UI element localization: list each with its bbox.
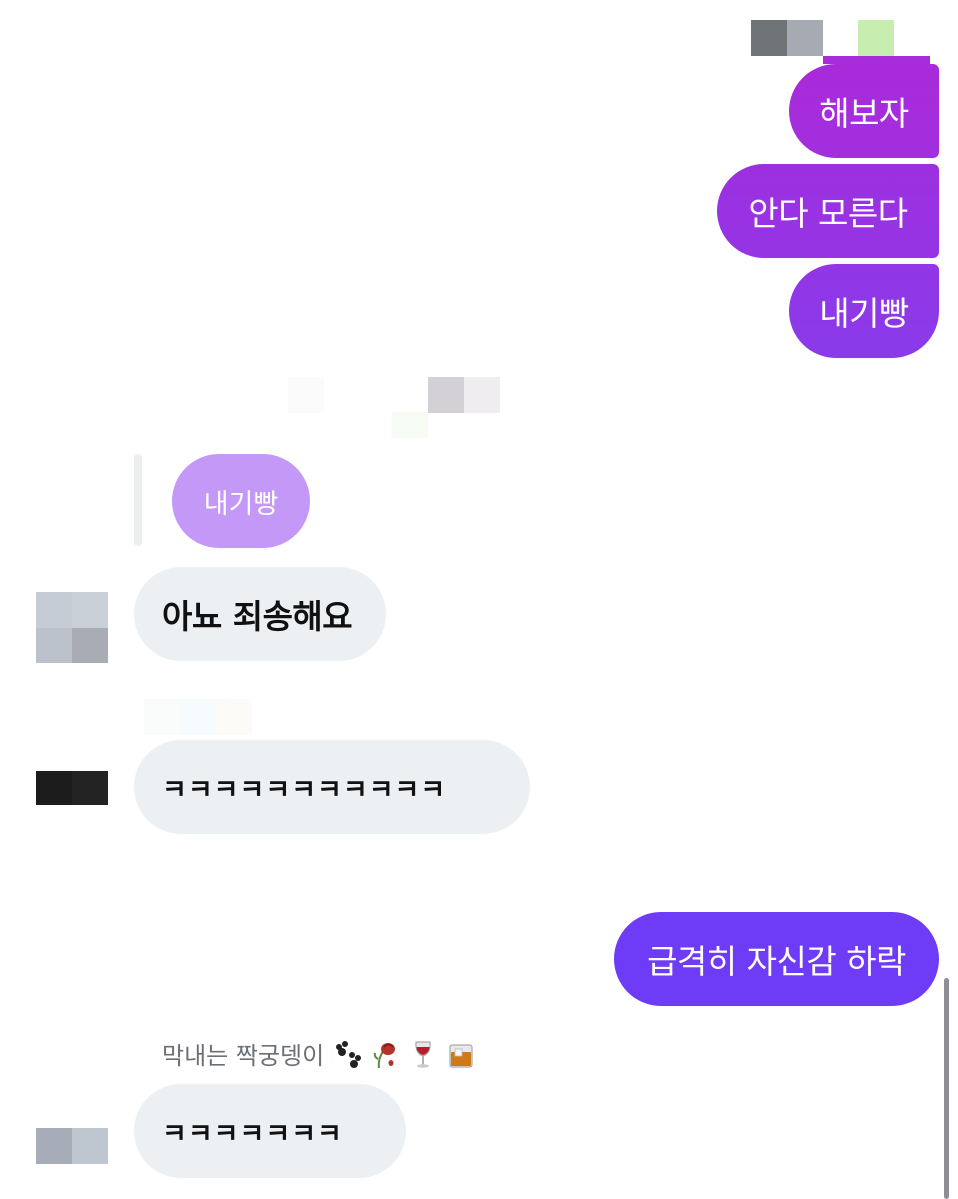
message-text: 해보자 bbox=[819, 94, 909, 133]
sender-name-row: 막내는 짝궁뎅이 bbox=[162, 1036, 476, 1071]
paw-prints-icon bbox=[332, 1039, 362, 1069]
pixelated-block bbox=[428, 377, 464, 413]
reply-quote-bar bbox=[134, 454, 142, 546]
scrollbar[interactable] bbox=[944, 978, 949, 1199]
pixelated-block bbox=[144, 699, 180, 735]
message-bubble-out[interactable]: 급격히 자신감 하락 bbox=[614, 912, 939, 1006]
whisky-glass-icon bbox=[446, 1039, 476, 1069]
pixelated-block bbox=[36, 1128, 72, 1164]
message-text: 급격히 자신감 하락 bbox=[647, 942, 906, 981]
message-text: ㅋㅋㅋㅋㅋㅋㅋ bbox=[162, 1118, 343, 1150]
message-bubble-in[interactable]: ㅋㅋㅋㅋㅋㅋㅋㅋㅋㅋㅋ bbox=[134, 740, 530, 834]
message-bubble-in[interactable]: 아뇨 죄송해요 bbox=[134, 567, 386, 661]
pixelated-block bbox=[36, 771, 72, 805]
message-bubble-in[interactable]: ㅋㅋㅋㅋㅋㅋㅋ bbox=[134, 1084, 406, 1178]
pixelated-block bbox=[464, 377, 500, 413]
sender-name: 막내는 짝궁뎅이 bbox=[162, 1042, 325, 1070]
pixelated-block bbox=[288, 377, 324, 413]
reply-quoted-bubble[interactable]: 내기빵 bbox=[172, 454, 310, 548]
pixelated-block bbox=[180, 699, 216, 735]
pixelated-block bbox=[36, 628, 72, 663]
reply-quoted-text: 내기빵 bbox=[203, 488, 279, 520]
wilted-rose-icon bbox=[370, 1039, 400, 1069]
pixelated-block bbox=[858, 20, 894, 56]
message-text: 내기빵 bbox=[819, 294, 909, 333]
pixelated-block bbox=[72, 1128, 108, 1164]
pixelated-block bbox=[36, 592, 72, 628]
message-text: 안다 모른다 bbox=[748, 194, 908, 233]
pixelated-block bbox=[823, 56, 930, 64]
pixelated-block bbox=[216, 699, 252, 735]
message-bubble-out[interactable]: 안다 모른다 bbox=[717, 164, 939, 258]
message-text: 아뇨 죄송해요 bbox=[162, 597, 353, 636]
pixelated-block bbox=[392, 412, 428, 438]
wine-glass-icon bbox=[408, 1039, 438, 1069]
pixelated-block bbox=[72, 628, 108, 663]
pixelated-block bbox=[787, 20, 823, 56]
pixelated-block bbox=[751, 20, 787, 56]
message-bubble-out[interactable]: 내기빵 bbox=[789, 264, 939, 358]
pixelated-block bbox=[72, 592, 108, 628]
message-text: ㅋㅋㅋㅋㅋㅋㅋㅋㅋㅋㅋ bbox=[162, 774, 447, 806]
message-bubble-out[interactable]: 해보자 bbox=[789, 64, 939, 158]
pixelated-block bbox=[72, 771, 108, 805]
